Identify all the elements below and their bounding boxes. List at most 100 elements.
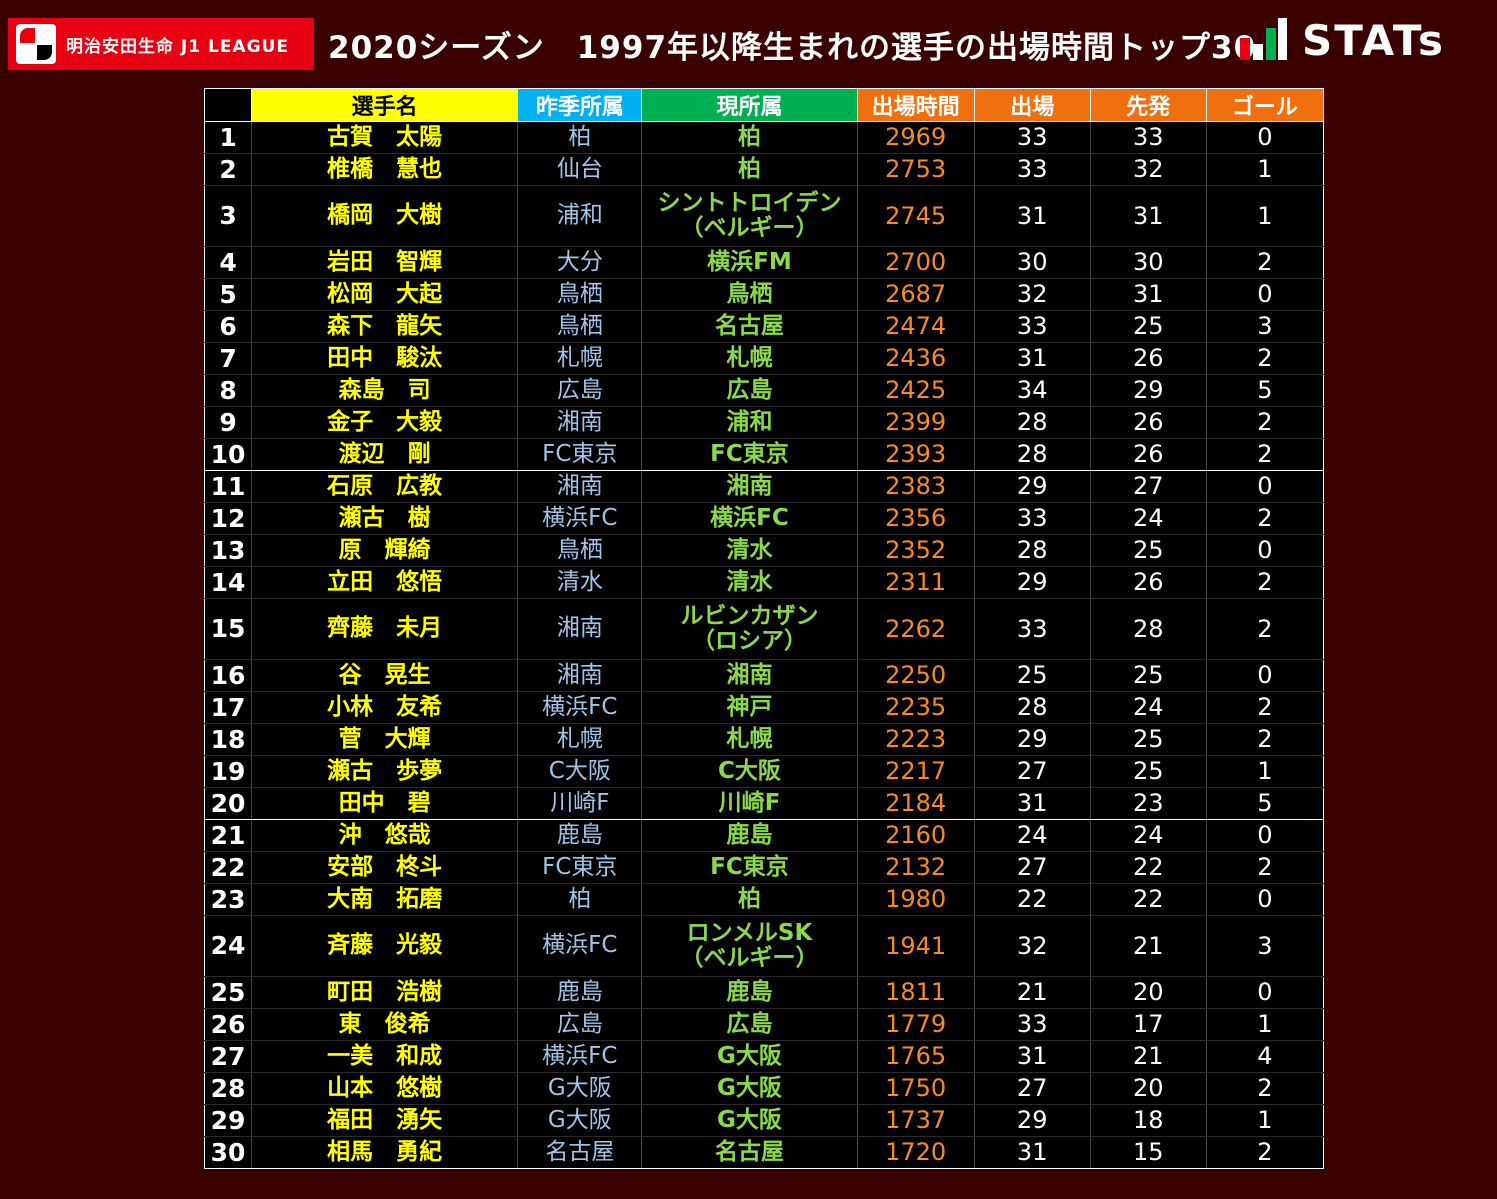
cell-current-club: 川崎F bbox=[641, 787, 858, 820]
cell-appearances: 28 bbox=[973, 438, 1091, 471]
cell-minutes: 2250 bbox=[856, 659, 975, 692]
cell-minutes: 1811 bbox=[856, 976, 975, 1009]
cell-minutes: 2311 bbox=[856, 566, 975, 599]
cell-current-club: 広島 bbox=[641, 1008, 858, 1041]
cell-rank: 30 bbox=[203, 1136, 253, 1169]
cell-goals: 2 bbox=[1205, 502, 1325, 535]
cell-minutes: 2262 bbox=[856, 598, 975, 660]
cell-player-name: 菅 大輝 bbox=[251, 723, 519, 756]
cell-starts: 23 bbox=[1089, 787, 1207, 820]
cell-appearances: 33 bbox=[973, 598, 1091, 660]
cell-previous-club: 湘南 bbox=[517, 659, 643, 692]
cell-current-club: 清水 bbox=[641, 534, 858, 567]
cell-rank: 25 bbox=[203, 976, 253, 1009]
header-player-name: 選手名 bbox=[251, 88, 519, 122]
cell-current-club: C大阪 bbox=[641, 755, 858, 788]
cell-current-club: 札幌 bbox=[641, 723, 858, 756]
cell-minutes: 1980 bbox=[856, 883, 975, 916]
cell-current-club: 札幌 bbox=[641, 342, 858, 375]
cell-minutes: 2160 bbox=[856, 819, 975, 852]
cell-rank: 16 bbox=[203, 659, 253, 692]
cell-player-name: 山本 悠樹 bbox=[251, 1072, 519, 1105]
cell-previous-club: G大阪 bbox=[517, 1072, 643, 1105]
cell-previous-club: 川崎F bbox=[517, 787, 643, 820]
header-previous-club: 昨季所属 bbox=[517, 88, 643, 122]
cell-minutes: 1941 bbox=[856, 915, 975, 977]
cell-starts: 25 bbox=[1089, 755, 1207, 788]
cell-current-club: 鹿島 bbox=[641, 819, 858, 852]
cell-appearances: 33 bbox=[973, 121, 1091, 154]
header-rank bbox=[203, 88, 253, 122]
cell-starts: 24 bbox=[1089, 502, 1207, 535]
cell-current-club: ロンメルSK （ベルギー） bbox=[641, 915, 858, 977]
table-row: 4 岩田 智輝 大分 横浜FM 2700 30 30 2 bbox=[203, 246, 1325, 279]
cell-previous-club: 鳥栖 bbox=[517, 310, 643, 343]
cell-rank: 21 bbox=[203, 819, 253, 852]
cell-player-name: 松岡 大起 bbox=[251, 278, 519, 311]
cell-current-club: 鳥栖 bbox=[641, 278, 858, 311]
cell-current-club: 湘南 bbox=[641, 659, 858, 692]
cell-appearances: 28 bbox=[973, 691, 1091, 724]
table-row: 12 瀬古 樹横浜FC 横浜FC 2356 33 24 2 bbox=[203, 502, 1325, 535]
cell-appearances: 28 bbox=[973, 534, 1091, 567]
j-league-logo: 明治安田生命 J1 LEAGUE bbox=[8, 18, 314, 70]
cell-starts: 32 bbox=[1089, 153, 1207, 186]
cell-player-name: 原 輝綺 bbox=[251, 534, 519, 567]
cell-minutes: 2223 bbox=[856, 723, 975, 756]
cell-player-name: 石原 広教 bbox=[251, 470, 519, 503]
cell-player-name: 安部 柊斗 bbox=[251, 851, 519, 884]
cell-minutes: 2687 bbox=[856, 278, 975, 311]
cell-rank: 10 bbox=[203, 438, 253, 471]
cell-goals: 1 bbox=[1205, 1104, 1325, 1137]
cell-current-club: 清水 bbox=[641, 566, 858, 599]
cell-appearances: 21 bbox=[973, 976, 1091, 1009]
cell-minutes: 2352 bbox=[856, 534, 975, 567]
cell-starts: 18 bbox=[1089, 1104, 1207, 1137]
table-row: 28 山本 悠樹 G大阪 G大阪 1750 27 20 2 bbox=[203, 1072, 1325, 1105]
cell-appearances: 33 bbox=[973, 1008, 1091, 1041]
cell-starts: 25 bbox=[1089, 659, 1207, 692]
cell-goals: 3 bbox=[1205, 310, 1325, 343]
cell-previous-club: 湘南 bbox=[517, 406, 643, 439]
cell-starts: 25 bbox=[1089, 310, 1207, 343]
cell-appearances: 30 bbox=[973, 246, 1091, 279]
cell-minutes: 2383 bbox=[856, 470, 975, 503]
cell-current-club: ルビンカザン （ロシア） bbox=[641, 598, 858, 660]
cell-player-name: 齊藤 未月 bbox=[251, 598, 519, 660]
cell-goals: 2 bbox=[1205, 851, 1325, 884]
cell-rank: 3 bbox=[203, 185, 253, 247]
cell-previous-club: 札幌 bbox=[517, 723, 643, 756]
cell-rank: 23 bbox=[203, 883, 253, 916]
cell-goals: 2 bbox=[1205, 438, 1325, 471]
cell-minutes: 2969 bbox=[856, 121, 975, 154]
cell-goals: 2 bbox=[1205, 723, 1325, 756]
cell-rank: 20 bbox=[203, 787, 253, 820]
cell-starts: 26 bbox=[1089, 566, 1207, 599]
cell-minutes: 2436 bbox=[856, 342, 975, 375]
cell-player-name: 岩田 智輝 bbox=[251, 246, 519, 279]
cell-appearances: 31 bbox=[973, 787, 1091, 820]
table-row: 5 松岡 大起 鳥栖 鳥栖 2687 32 31 0 bbox=[203, 278, 1325, 311]
cell-minutes: 2235 bbox=[856, 691, 975, 724]
cell-current-club: FC東京 bbox=[641, 438, 858, 471]
table-row: 24 斉藤 光毅 横浜FC ロンメルSK （ベルギー） 1941 32 21 3 bbox=[203, 915, 1325, 977]
cell-appearances: 27 bbox=[973, 755, 1091, 788]
cell-goals: 5 bbox=[1205, 787, 1325, 820]
cell-player-name: 金子 大毅 bbox=[251, 406, 519, 439]
cell-starts: 21 bbox=[1089, 1040, 1207, 1073]
cell-rank: 18 bbox=[203, 723, 253, 756]
cell-starts: 24 bbox=[1089, 691, 1207, 724]
cell-goals: 0 bbox=[1205, 659, 1325, 692]
cell-rank: 6 bbox=[203, 310, 253, 343]
cell-rank: 11 bbox=[203, 470, 253, 503]
cell-player-name: 田中 駿汰 bbox=[251, 342, 519, 375]
cell-current-club: 横浜FM bbox=[641, 246, 858, 279]
cell-appearances: 25 bbox=[973, 659, 1091, 692]
cell-current-club: G大阪 bbox=[641, 1072, 858, 1105]
cell-appearances: 31 bbox=[973, 1136, 1091, 1169]
cell-starts: 31 bbox=[1089, 185, 1207, 247]
table-row: 26 東 俊希 広島 広島 1779 33 17 1 bbox=[203, 1008, 1325, 1041]
cell-player-name: 谷 晃生 bbox=[251, 659, 519, 692]
cell-minutes: 2399 bbox=[856, 406, 975, 439]
cell-previous-club: 広島 bbox=[517, 374, 643, 407]
